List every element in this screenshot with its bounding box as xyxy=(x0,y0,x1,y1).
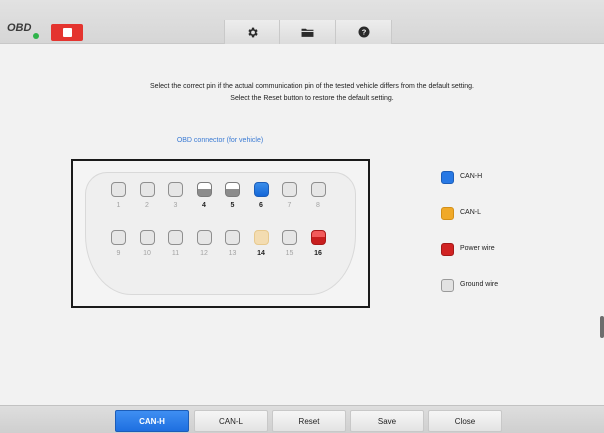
pin-number: 13 xyxy=(228,250,237,257)
gear-icon xyxy=(247,27,258,37)
pin-number: 10 xyxy=(143,250,151,257)
connection-status-icon xyxy=(33,33,39,39)
power-wire-swatch-icon xyxy=(441,243,454,256)
obd-label: OBD xyxy=(7,22,32,34)
pin-number: 12 xyxy=(200,250,208,257)
pin-3[interactable] xyxy=(168,182,183,197)
pin-number: 2 xyxy=(145,202,149,209)
instructions: Select the correct pin if the actual com… xyxy=(0,81,604,105)
legend-label: Ground wire xyxy=(460,281,499,288)
pin-2[interactable] xyxy=(139,182,155,197)
bottom-action-bar: CAN-H CAN-L Reset Save Close xyxy=(0,405,604,433)
pin-selection-screen: OBD ? Select the correct pin if the actu… xyxy=(0,0,604,433)
pin-12[interactable] xyxy=(196,230,212,245)
instruction-line-2: Select the Reset button to restore the d… xyxy=(230,95,394,102)
pin-11[interactable] xyxy=(168,230,183,245)
pin-14[interactable] xyxy=(253,230,269,245)
pin-number: 5 xyxy=(230,202,235,209)
pin-number: 4 xyxy=(202,202,206,209)
obd-connector: 1 2 3 4 5 6 7 8 9 10 11 12 13 14 15 16 xyxy=(71,159,370,308)
legend-label: Power wire xyxy=(460,245,495,252)
connector-title: OBD connector (for vehicle) xyxy=(176,137,264,144)
toolbar-buttons: ? xyxy=(224,20,392,44)
pin-number: 14 xyxy=(257,250,265,257)
legend-item-ground-wire: Ground wire xyxy=(441,279,591,293)
ground-wire-swatch-icon xyxy=(441,279,454,292)
svg-text:?: ? xyxy=(361,28,366,37)
can-h-button[interactable]: CAN-H xyxy=(115,410,189,432)
can-l-button[interactable]: CAN-L xyxy=(194,410,268,432)
stop-icon xyxy=(62,28,72,37)
pin-6[interactable] xyxy=(253,182,269,197)
legend-item-power-wire: Power wire xyxy=(441,243,591,257)
pin-number: 7 xyxy=(287,202,292,209)
pin-5[interactable] xyxy=(225,182,240,197)
close-button[interactable]: Close xyxy=(428,410,502,432)
legend-item-can-h: CAN-H xyxy=(441,171,591,185)
pin-10[interactable] xyxy=(139,230,155,245)
help-icon: ? xyxy=(358,26,369,38)
legend-label: CAN-H xyxy=(460,173,483,180)
can-h-swatch-icon xyxy=(441,171,454,184)
main-content: Select the correct pin if the actual com… xyxy=(0,44,604,405)
save-button[interactable]: Save xyxy=(350,410,424,432)
pin-13[interactable] xyxy=(225,230,240,245)
pin-number: 3 xyxy=(173,202,178,209)
pin-9[interactable] xyxy=(111,230,126,245)
legend-label: CAN-L xyxy=(460,209,482,216)
pin-number: 1 xyxy=(116,202,121,209)
settings-button[interactable] xyxy=(224,20,280,44)
pin-8[interactable] xyxy=(310,182,326,197)
pin-number: 15 xyxy=(285,250,294,257)
pin-number: 9 xyxy=(116,250,121,257)
stop-button[interactable] xyxy=(51,24,83,41)
pin-number: 16 xyxy=(314,250,322,257)
pin-4[interactable] xyxy=(196,182,212,197)
folder-button[interactable] xyxy=(280,20,336,44)
legend-item-can-l: CAN-L xyxy=(441,207,591,221)
side-scroll-handle[interactable] xyxy=(600,316,604,338)
pin-number: 6 xyxy=(259,202,263,209)
pin-16[interactable] xyxy=(310,230,326,245)
pin-number: 8 xyxy=(316,202,320,209)
can-l-swatch-icon xyxy=(441,207,454,220)
pin-15[interactable] xyxy=(282,230,297,245)
reset-button[interactable]: Reset xyxy=(272,410,346,432)
instruction-line-1: Select the correct pin if the actual com… xyxy=(150,83,474,90)
pin-7[interactable] xyxy=(282,182,297,197)
help-button[interactable]: ? xyxy=(336,20,392,44)
pin-1[interactable] xyxy=(111,182,126,197)
top-toolbar: OBD ? xyxy=(0,0,604,44)
pin-number: 11 xyxy=(171,250,180,257)
folder-icon xyxy=(301,28,314,37)
